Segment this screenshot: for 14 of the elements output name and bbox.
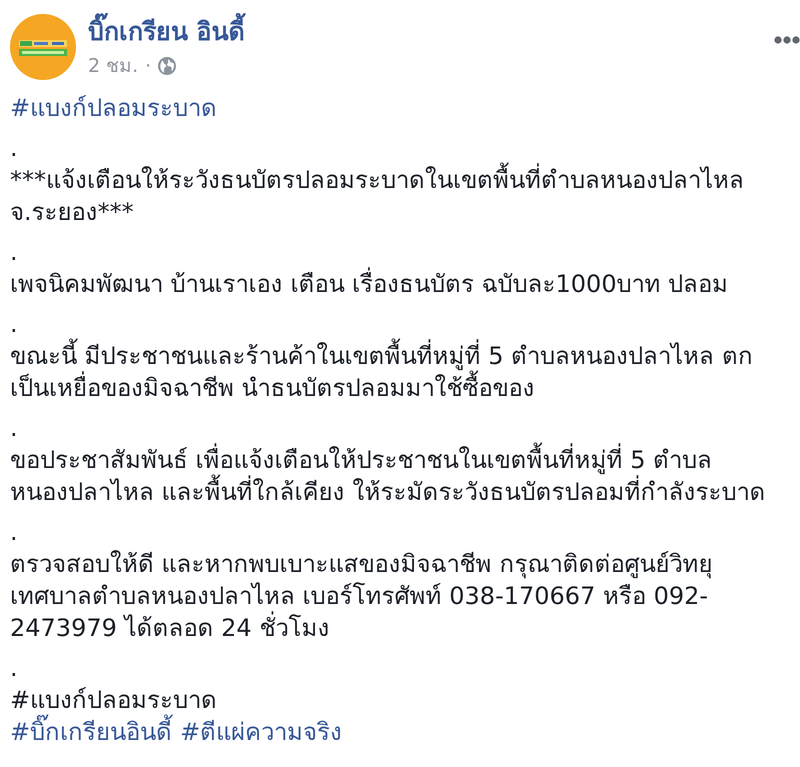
- post-paragraph: . ***แจ้งเตือนให้ระวังธนบัตรปลอมระบาดในเขตพื้นที่ตำบลหนองปลาไหล จ.ระยอง***: [10, 133, 745, 228]
- hashtag-link[interactable]: #ตีแผ่ความจริง: [180, 716, 342, 748]
- post-paragraph: . ขอประชาสัมพันธ์ เพื่อแจ้งเตือนให้ประชาชนในเขตพื้นที่หมู่ที่ 5 ตำบล หนองปลาไหล และพื้นที่ใกล้เคียง ให้ระมัดระวังธนบัตรปลอมที่กำลังระบาด: [10, 413, 766, 508]
- avatar-logo-icon[interactable]: [10, 14, 76, 80]
- hashtag-link[interactable]: #แบงก์ปลอมระบาด: [10, 92, 218, 124]
- hashtag-link[interactable]: #บิ๊กเกรียนอินดี้: [10, 716, 172, 748]
- post-paragraph: . ตรวจสอบให้ดี และหากพบเบาะแสของมิจฉาชีพ กรุณาติดต่อศูนย์วิทยุ เทศบาลตำบลหนองปลาไหล เบอร์โทรศัพท์ 038-170667 หรือ 092- 2473979 ได้ตลอด 24 ชั่วโมง: [10, 517, 714, 644]
- author-name[interactable]: บิ๊กเกรียน อินดี้: [88, 15, 245, 49]
- post-paragraph: . ขณะนี้ มีประชาชนและร้านค้าในเขตพื้นที่หมู่ที่ 5 ตำบลหนองปลาไหล ตก เป็นเหยื่อของมิจฉาชีพ นำธนบัตรปลอมมาใช้ซื้อของ: [10, 309, 754, 404]
- more-options-icon[interactable]: [774, 36, 800, 44]
- post-paragraph: . เพจนิคมพัฒนา บ้านเราเอง เตือน เรื่องธนบัตร ฉบับละ1000บาท ปลอม: [10, 237, 730, 300]
- separator-dot: ·: [145, 54, 152, 79]
- globe-icon[interactable]: [158, 57, 176, 75]
- post-paragraph: . #แบงก์ปลอมระบาด: [10, 653, 218, 714]
